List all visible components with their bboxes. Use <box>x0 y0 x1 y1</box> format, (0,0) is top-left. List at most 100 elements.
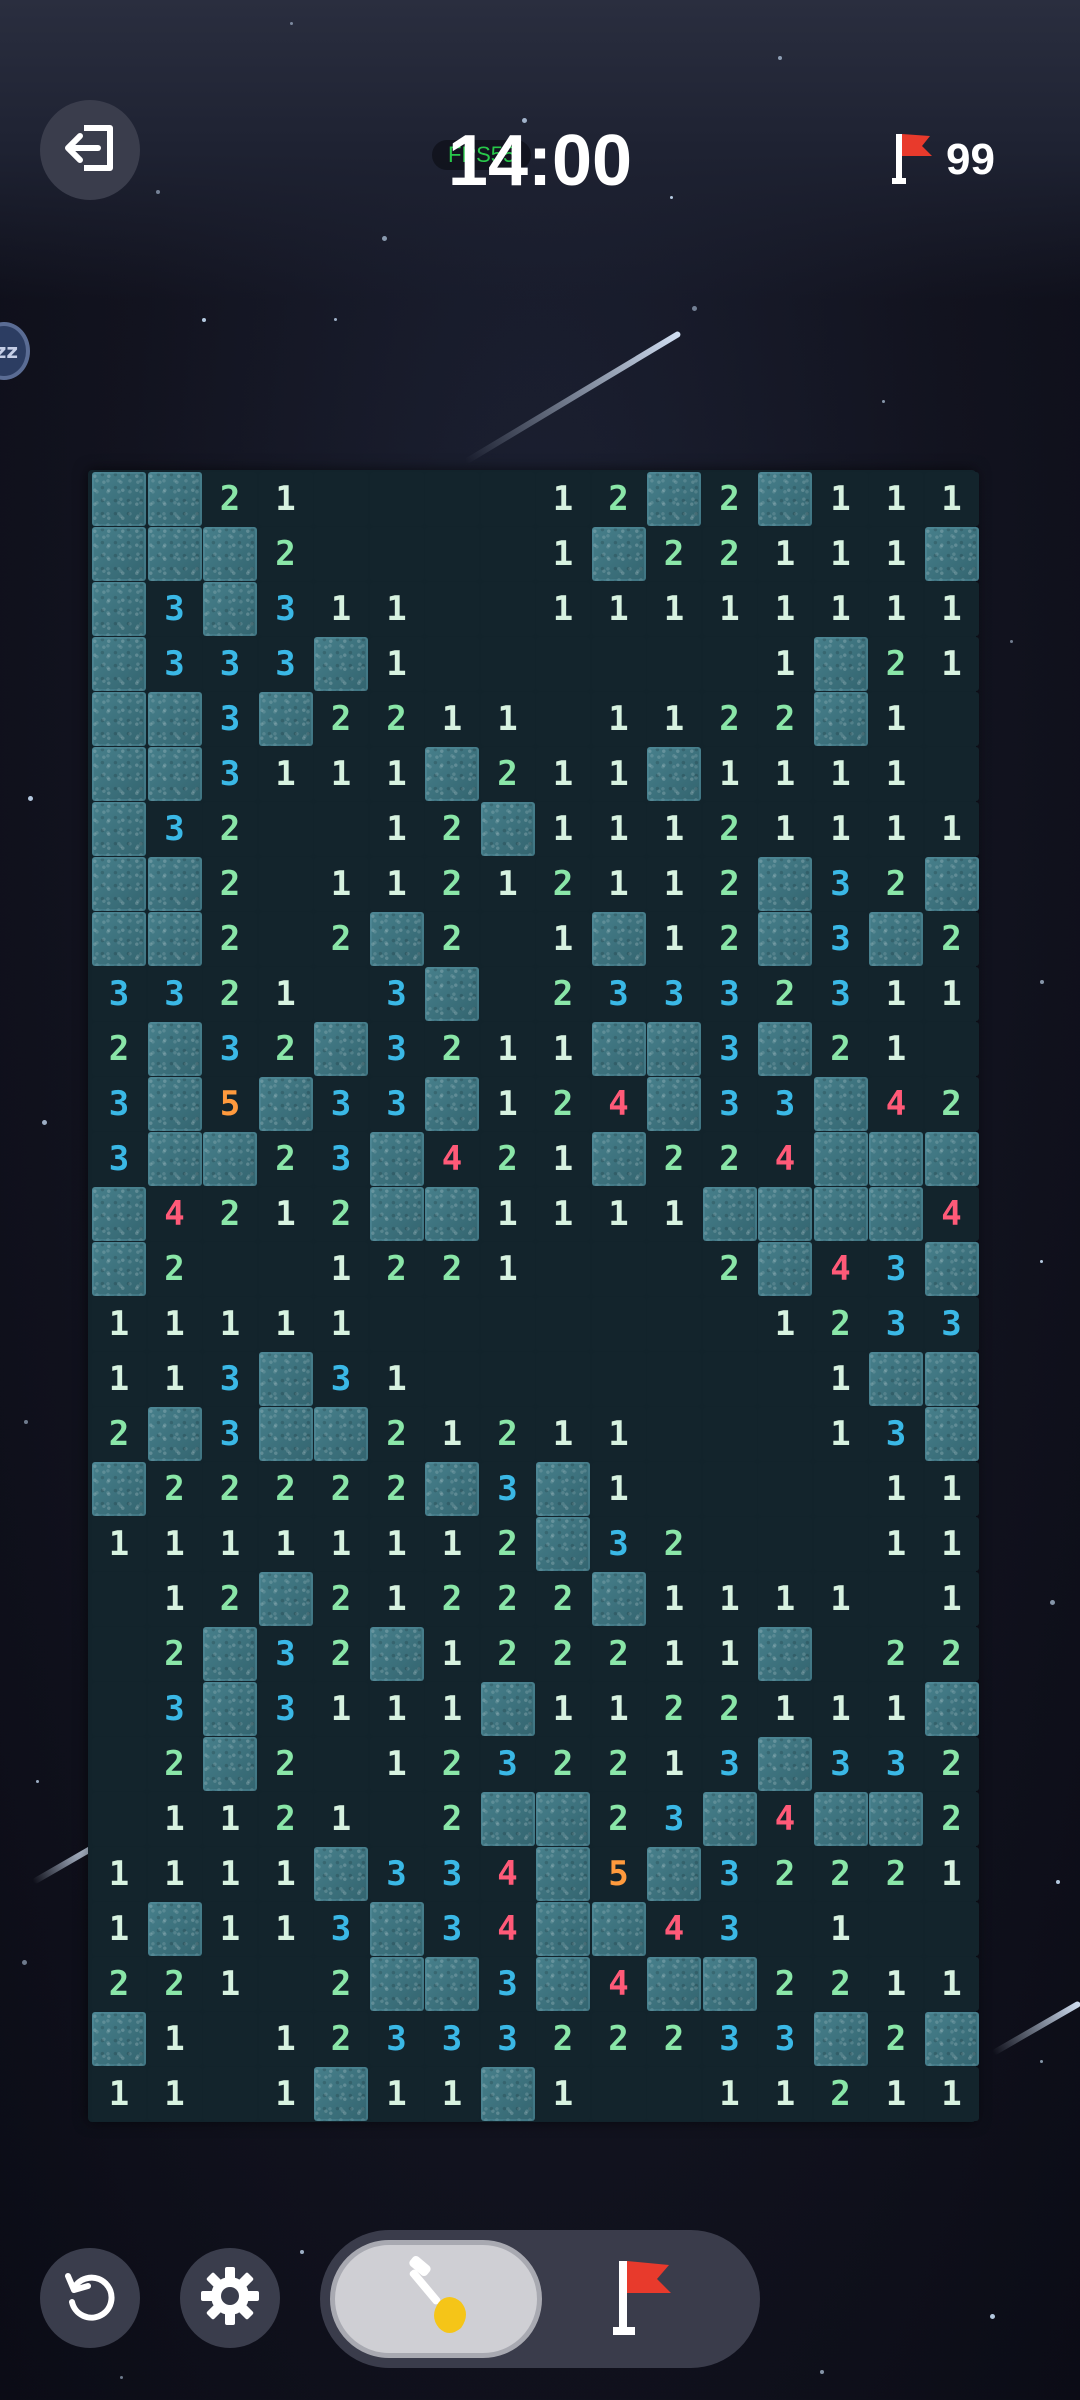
covered-tile[interactable] <box>647 1957 701 2011</box>
number-tile[interactable]: 1 <box>758 1682 812 1736</box>
covered-tile[interactable] <box>147 692 202 746</box>
number-tile[interactable]: 2 <box>758 967 812 1021</box>
number-tile[interactable]: 1 <box>258 747 313 801</box>
number-tile[interactable]: 1 <box>591 582 646 636</box>
number-tile[interactable]: 1 <box>647 1572 701 1626</box>
number-tile[interactable]: 1 <box>924 1957 979 2011</box>
covered-tile[interactable] <box>92 637 146 691</box>
number-tile[interactable]: 3 <box>369 1847 424 1901</box>
number-tile[interactable]: 2 <box>536 1572 590 1626</box>
empty-tile[interactable] <box>369 472 424 526</box>
number-tile[interactable]: 1 <box>536 1407 590 1461</box>
empty-tile[interactable] <box>647 1352 701 1406</box>
covered-tile[interactable] <box>314 1847 368 1901</box>
empty-tile[interactable] <box>203 1242 257 1296</box>
number-tile[interactable]: 1 <box>591 1682 646 1736</box>
number-tile[interactable]: 1 <box>591 1462 646 1516</box>
number-tile[interactable]: 2 <box>536 2012 590 2066</box>
number-tile[interactable]: 1 <box>813 802 868 856</box>
number-tile[interactable]: 2 <box>203 1462 257 1516</box>
number-tile[interactable]: 3 <box>147 967 202 1021</box>
number-tile[interactable]: 1 <box>536 1187 590 1241</box>
covered-tile[interactable] <box>258 1077 313 1131</box>
number-tile[interactable]: 1 <box>314 1682 368 1736</box>
number-tile[interactable]: 3 <box>425 1847 479 1901</box>
number-tile[interactable]: 2 <box>258 1792 313 1846</box>
number-tile[interactable]: 1 <box>869 2067 923 2121</box>
number-tile[interactable]: 1 <box>369 1737 424 1791</box>
number-tile[interactable]: 1 <box>758 527 812 581</box>
number-tile[interactable]: 5 <box>591 1847 646 1901</box>
empty-tile[interactable] <box>258 802 313 856</box>
number-tile[interactable]: 1 <box>536 912 590 966</box>
number-tile[interactable]: 1 <box>258 1902 313 1956</box>
covered-tile[interactable] <box>924 857 979 911</box>
number-tile[interactable]: 2 <box>147 1242 202 1296</box>
covered-tile[interactable] <box>536 1957 590 2011</box>
dig-mode-button[interactable] <box>330 2240 542 2358</box>
covered-tile[interactable] <box>92 802 146 856</box>
number-tile[interactable]: 2 <box>869 1847 923 1901</box>
number-tile[interactable]: 2 <box>924 1792 979 1846</box>
empty-tile[interactable] <box>591 2067 646 2121</box>
number-tile[interactable]: 1 <box>591 747 646 801</box>
number-tile[interactable]: 2 <box>92 1022 146 1076</box>
number-tile[interactable]: 1 <box>758 1572 812 1626</box>
empty-tile[interactable] <box>813 1462 868 1516</box>
number-tile[interactable]: 3 <box>92 1077 146 1131</box>
number-tile[interactable]: 1 <box>647 1627 701 1681</box>
number-tile[interactable]: 1 <box>258 1297 313 1351</box>
number-tile[interactable]: 4 <box>758 1132 812 1186</box>
empty-tile[interactable] <box>369 1297 424 1351</box>
number-tile[interactable]: 2 <box>813 1957 868 2011</box>
covered-tile[interactable] <box>813 2012 868 2066</box>
number-tile[interactable]: 1 <box>425 1407 479 1461</box>
number-tile[interactable]: 2 <box>92 1957 146 2011</box>
number-tile[interactable]: 1 <box>92 1517 146 1571</box>
number-tile[interactable]: 1 <box>813 527 868 581</box>
number-tile[interactable]: 1 <box>647 692 701 746</box>
number-tile[interactable]: 4 <box>147 1187 202 1241</box>
covered-tile[interactable] <box>869 1187 923 1241</box>
covered-tile[interactable] <box>758 1242 812 1296</box>
empty-tile[interactable] <box>480 637 535 691</box>
covered-tile[interactable] <box>258 1352 313 1406</box>
flag-mode-button[interactable] <box>538 2240 750 2358</box>
number-tile[interactable]: 1 <box>924 582 979 636</box>
number-tile[interactable]: 2 <box>591 2012 646 2066</box>
empty-tile[interactable] <box>758 1462 812 1516</box>
number-tile[interactable]: 3 <box>647 1792 701 1846</box>
number-tile[interactable]: 1 <box>869 1462 923 1516</box>
number-tile[interactable]: 3 <box>813 857 868 911</box>
number-tile[interactable]: 4 <box>758 1792 812 1846</box>
empty-tile[interactable] <box>702 637 757 691</box>
number-tile[interactable]: 2 <box>758 692 812 746</box>
covered-tile[interactable] <box>314 637 368 691</box>
number-tile[interactable]: 1 <box>758 637 812 691</box>
covered-tile[interactable] <box>425 1187 479 1241</box>
number-tile[interactable]: 2 <box>924 1627 979 1681</box>
empty-tile[interactable] <box>480 967 535 1021</box>
number-tile[interactable]: 3 <box>702 1902 757 1956</box>
number-tile[interactable]: 2 <box>591 472 646 526</box>
covered-tile[interactable] <box>924 1352 979 1406</box>
number-tile[interactable]: 1 <box>758 2067 812 2121</box>
number-tile[interactable]: 1 <box>758 582 812 636</box>
covered-tile[interactable] <box>203 582 257 636</box>
number-tile[interactable]: 3 <box>869 1242 923 1296</box>
number-tile[interactable]: 3 <box>92 967 146 1021</box>
empty-tile[interactable] <box>813 1627 868 1681</box>
empty-tile[interactable] <box>924 1902 979 1956</box>
number-tile[interactable]: 1 <box>92 1847 146 1901</box>
number-tile[interactable]: 2 <box>869 2012 923 2066</box>
covered-tile[interactable] <box>92 582 146 636</box>
number-tile[interactable]: 2 <box>369 1462 424 1516</box>
empty-tile[interactable] <box>536 692 590 746</box>
number-tile[interactable]: 3 <box>147 1682 202 1736</box>
number-tile[interactable]: 1 <box>314 1517 368 1571</box>
sleep-badge[interactable]: zz <box>0 322 30 380</box>
empty-tile[interactable] <box>425 527 479 581</box>
number-tile[interactable]: 1 <box>203 1517 257 1571</box>
covered-tile[interactable] <box>647 1077 701 1131</box>
number-tile[interactable]: 1 <box>480 857 535 911</box>
